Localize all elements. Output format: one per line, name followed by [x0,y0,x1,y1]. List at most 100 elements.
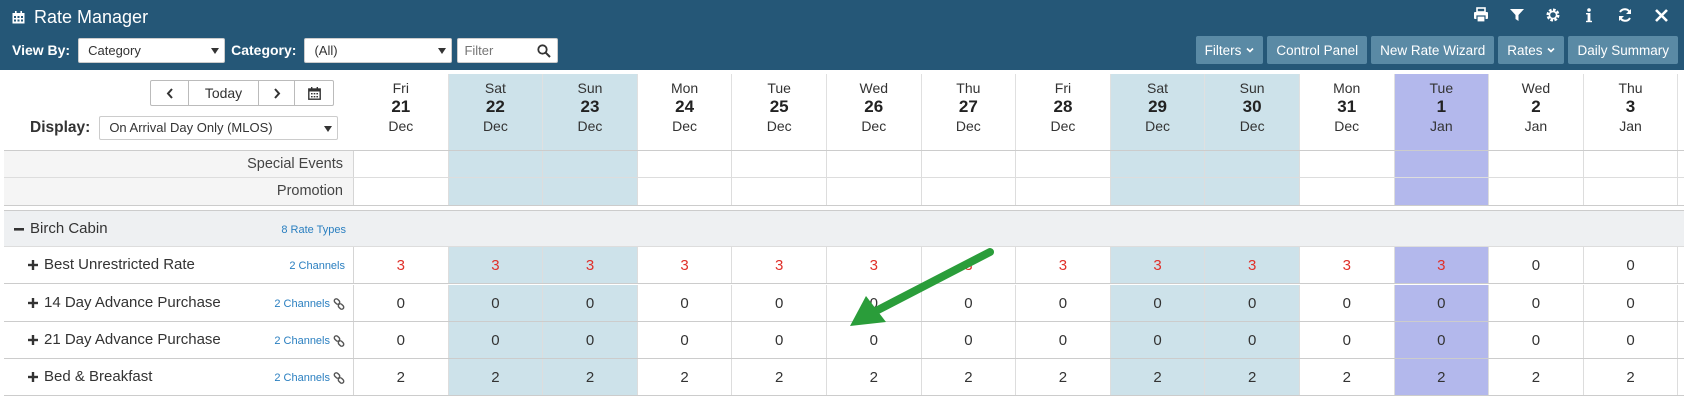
rate-value-cell[interactable]: 0 [1394,285,1490,321]
daily-summary-button[interactable]: Daily Summary [1568,36,1678,64]
day-cell[interactable] [827,178,922,205]
day-cell[interactable] [1489,178,1584,205]
date-column-header[interactable]: Sun 23 Dec [543,74,638,150]
rate-value-cell[interactable]: 3 [922,247,1017,283]
rate-value-cell[interactable]: 0 [543,322,638,358]
rate-value-cell[interactable]: 0 [827,322,922,358]
calendar-picker-button[interactable] [295,81,333,105]
rate-value-cell[interactable]: 3 [543,247,638,283]
rate-value-cell[interactable]: 0 [1110,285,1206,321]
day-cell[interactable] [354,151,449,177]
day-cell[interactable] [448,151,544,177]
control-panel-button[interactable]: Control Panel [1267,36,1368,64]
rate-value-cell[interactable]: 2 [1110,359,1206,395]
filter-input[interactable] [458,38,529,62]
rate-value-cell[interactable]: 3 [448,247,544,283]
rate-value-cell[interactable]: 2 [1300,359,1395,395]
day-cell[interactable] [1394,151,1490,177]
rate-value-cell[interactable]: 0 [1489,247,1584,283]
rate-value-cell[interactable]: 3 [1205,247,1300,283]
date-column-header[interactable]: Mon 24 Dec [638,74,733,150]
date-column-header[interactable]: Mon 31 Dec [1300,74,1395,150]
rate-value-cell[interactable]: 2 [922,359,1017,395]
day-cell[interactable] [827,151,922,177]
rate-name-toggle[interactable]: 21 Day Advance Purchase [28,331,221,348]
rate-value-cell[interactable]: 2 [827,359,922,395]
rate-value-cell[interactable]: 0 [1205,285,1300,321]
rate-value-cell[interactable]: 0 [1584,285,1679,321]
rate-value-cell[interactable]: 0 [922,322,1017,358]
day-cell[interactable] [1489,151,1584,177]
rate-value-cell[interactable]: 0 [1489,322,1584,358]
date-column-header[interactable]: Wed 26 Dec [827,74,922,150]
rates-button[interactable]: Rates [1498,36,1565,64]
date-column-header[interactable]: Thu 3 Jan [1584,74,1679,150]
info-icon[interactable] [1580,6,1598,24]
day-cell[interactable] [1300,178,1395,205]
rate-value-cell[interactable]: 2 [1016,359,1111,395]
channels-link[interactable]: 2 Channels [289,260,345,272]
rate-types-link[interactable]: 8 Rate Types [281,224,346,236]
day-cell[interactable] [543,178,638,205]
rate-value-cell[interactable]: 0 [354,285,449,321]
rate-value-cell[interactable]: 3 [732,247,827,283]
date-column-header[interactable]: Fri 28 Dec [1016,74,1111,150]
rate-value-cell[interactable]: 3 [1394,247,1490,283]
rate-value-cell[interactable]: 2 [354,359,449,395]
date-column-header[interactable]: Sun 30 Dec [1205,74,1300,150]
day-cell[interactable] [1394,178,1490,205]
rate-value-cell[interactable]: 0 [448,285,544,321]
day-cell[interactable] [543,151,638,177]
prev-button[interactable] [151,81,189,105]
rate-value-cell[interactable]: 0 [827,285,922,321]
rate-value-cell[interactable]: 0 [638,285,733,321]
refresh-icon[interactable] [1616,6,1634,24]
day-cell[interactable] [1300,151,1395,177]
day-cell[interactable] [732,178,827,205]
date-column-header[interactable]: Thu 27 Dec [922,74,1017,150]
day-cell[interactable] [638,178,733,205]
channels-link[interactable]: 2 Channels [274,298,345,310]
rate-value-cell[interactable]: 0 [1394,322,1490,358]
day-cell[interactable] [448,178,544,205]
rate-value-cell[interactable]: 0 [922,285,1017,321]
next-button[interactable] [259,81,295,105]
close-icon[interactable] [1652,6,1670,24]
rate-value-cell[interactable]: 0 [1110,322,1206,358]
rate-value-cell[interactable]: 2 [1584,359,1679,395]
rate-value-cell[interactable]: 0 [1489,285,1584,321]
rate-value-cell[interactable]: 3 [354,247,449,283]
day-cell[interactable] [732,151,827,177]
rate-value-cell[interactable]: 0 [1016,322,1111,358]
rate-name-toggle[interactable]: 14 Day Advance Purchase [28,294,221,311]
rate-value-cell[interactable]: 0 [1584,322,1679,358]
day-cell[interactable] [1584,151,1679,177]
rate-name-toggle[interactable]: Best Unrestricted Rate [28,256,195,273]
rate-name-toggle[interactable]: Bed & Breakfast [28,368,152,385]
channels-link[interactable]: 2 Channels [274,335,345,347]
rate-value-cell[interactable]: 0 [1205,322,1300,358]
filters-button[interactable]: Filters [1195,36,1264,64]
display-select[interactable]: On Arrival Day Only (MLOS) [99,116,339,140]
filter-field[interactable] [457,37,559,63]
rate-value-cell[interactable]: 3 [638,247,733,283]
rate-value-cell[interactable]: 0 [732,285,827,321]
rate-value-cell[interactable]: 0 [448,322,544,358]
rate-value-cell[interactable]: 0 [543,285,638,321]
rate-value-cell[interactable]: 2 [1205,359,1300,395]
rate-value-cell[interactable]: 3 [827,247,922,283]
day-cell[interactable] [922,151,1017,177]
today-button[interactable]: Today [189,81,259,105]
rate-value-cell[interactable]: 2 [1489,359,1584,395]
group-toggle[interactable]: Birch Cabin [14,220,108,237]
rate-value-cell[interactable]: 0 [732,322,827,358]
day-cell[interactable] [638,151,733,177]
date-column-header[interactable]: Tue 1 Jan [1394,74,1490,150]
day-cell[interactable] [1205,151,1300,177]
rate-value-cell[interactable]: 0 [1584,247,1679,283]
category-select[interactable]: (All) [304,37,453,63]
rate-value-cell[interactable]: 0 [354,322,449,358]
day-cell[interactable] [1016,151,1111,177]
date-column-header[interactable]: Sat 29 Dec [1110,74,1206,150]
date-column-header[interactable]: Sat 22 Dec [448,74,544,150]
